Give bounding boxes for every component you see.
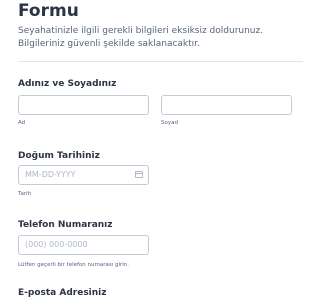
header-divider [18, 61, 303, 62]
calendar-icon[interactable] [135, 171, 143, 178]
form-page: Formu Seyahatinizle ilgili gerekli bilgi… [0, 0, 310, 300]
phone-sublabel: Lütfen geçerli bir telefon numarası giri… [18, 262, 130, 268]
birthdate-input[interactable]: MM-DD-YYYY [18, 165, 149, 185]
form-description: Seyahatinizle ilgili gerekli bilgileri e… [18, 26, 264, 49]
phone-placeholder: (000) 000-0000 [25, 240, 88, 249]
form-title: Formu [18, 1, 79, 21]
email-field-label: E-posta Adresiniz [18, 288, 107, 298]
form-header: Formu Seyahatinizle ilgili gerekli bilgi… [18, 0, 303, 51]
birthdate-field-label: Doğum Tarihiniz [18, 151, 100, 161]
last-name-sublabel: Soyad [161, 120, 178, 126]
first-name-input[interactable] [18, 95, 149, 115]
birthdate-placeholder: MM-DD-YYYY [25, 170, 76, 179]
birthdate-sublabel: Tarih [18, 191, 32, 197]
phone-input[interactable]: (000) 000-0000 [18, 235, 149, 255]
last-name-input[interactable] [161, 95, 292, 115]
name-field-label: Adınız ve Soyadınız [18, 79, 117, 89]
phone-field-label: Telefon Numaranız [18, 220, 113, 230]
first-name-sublabel: Ad [18, 120, 26, 126]
